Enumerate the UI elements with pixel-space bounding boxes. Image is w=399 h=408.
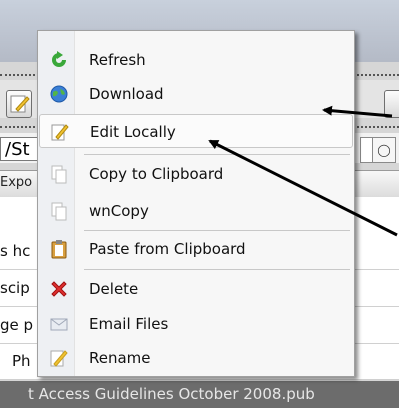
edit-pencil-icon [51, 124, 69, 141]
menu-item-delete[interactable]: Delete [39, 272, 353, 306]
menu-item-paste-from-clipboard[interactable]: Paste from Clipboard [39, 232, 353, 266]
clipboard-paste-icon [51, 240, 67, 259]
menu-item-label: Email Files [89, 315, 169, 333]
file-name: ge p [0, 316, 34, 334]
menu-item-copy-to-clipboard[interactable]: Copy to Clipboard [39, 157, 353, 191]
file-name: Ph [12, 352, 31, 370]
toolbar-edit-button[interactable] [6, 90, 32, 118]
file-name: s hc [0, 242, 31, 260]
chevron-down-icon: ◯ [377, 143, 391, 157]
menu-item-label: Delete [89, 280, 139, 298]
menu-item-rename[interactable]: Rename [39, 341, 353, 375]
context-menu: Refresh Download Edit Locally Copy to Cl… [37, 30, 355, 377]
menu-item-edit-locally[interactable]: Edit Locally [39, 114, 353, 148]
menu-item-email-files[interactable]: Email Files [39, 307, 353, 341]
column-header-label: Expo [0, 175, 33, 190]
menu-item-label: Download [89, 85, 164, 103]
envelope-icon [50, 318, 68, 331]
copy-document-icon [51, 202, 67, 221]
path-input[interactable]: /St [0, 137, 38, 161]
menu-item-label: Paste from Clipboard [89, 240, 246, 258]
menu-item-label: Copy to Clipboard [89, 165, 224, 183]
copy-document-icon [51, 165, 67, 184]
globe-download-icon [50, 85, 68, 103]
menu-item-label: Rename [89, 349, 151, 367]
file-name: scip [0, 279, 30, 297]
rename-pencil-icon [50, 350, 68, 367]
menu-item-download[interactable]: Download [39, 77, 353, 111]
menu-separator [84, 269, 350, 270]
menu-item-wncopy[interactable]: wnCopy [39, 194, 353, 228]
menu-item-label: wnCopy [89, 202, 149, 220]
menu-item-refresh[interactable]: Refresh [39, 43, 353, 77]
edit-pencil-icon [10, 95, 30, 113]
menu-separator [84, 230, 350, 231]
path-dropdown-button[interactable]: ◯ [372, 137, 396, 163]
menu-separator [84, 154, 350, 155]
menu-item-label: Edit Locally [90, 123, 176, 141]
status-bar: t Access Guidelines October 2008.pub [0, 381, 399, 408]
refresh-icon [52, 51, 66, 67]
menu-item-label: Refresh [89, 51, 146, 69]
status-text: t Access Guidelines October 2008.pub [28, 385, 315, 403]
red-x-delete-icon [51, 281, 67, 297]
toolbar-user-button[interactable] [384, 90, 399, 118]
